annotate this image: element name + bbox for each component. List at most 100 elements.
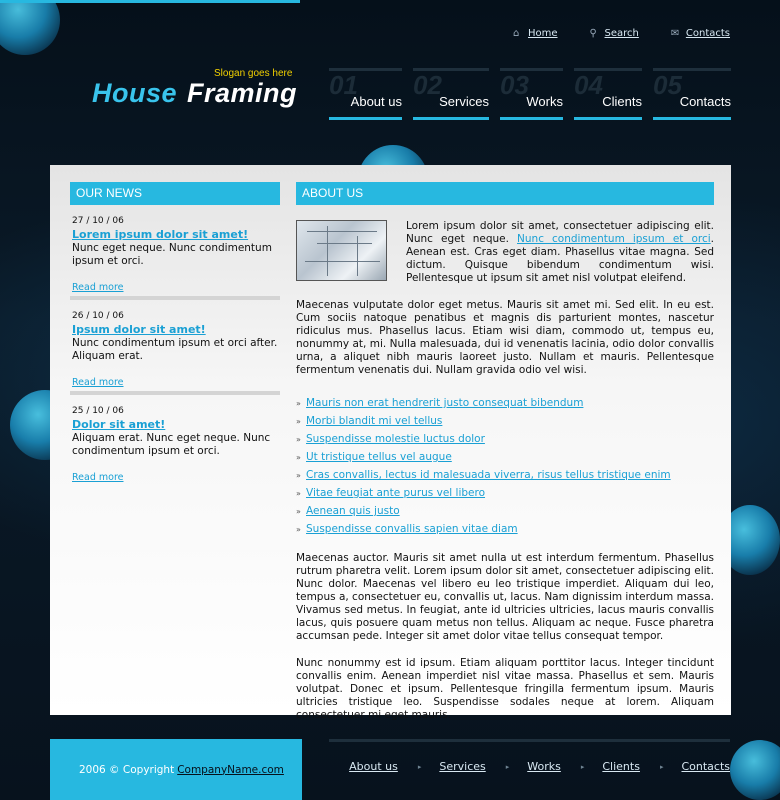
about-intro: Lorem ipsum dolor sit amet, consectetuer…: [296, 220, 714, 285]
home-icon: ⌂: [512, 27, 520, 39]
blueprint-line: [357, 236, 358, 276]
nav-number: 04: [574, 70, 603, 100]
nav-item-about[interactable]: 01 About us: [329, 68, 402, 120]
nav-underline: [500, 117, 563, 120]
content-panel: OUR NEWS 27 / 10 / 06 Lorem ipsum dolor …: [50, 165, 731, 721]
copyright-text: 2006 © Copyright: [79, 763, 175, 776]
blueprint-line: [305, 261, 380, 262]
toplink-contacts[interactable]: ✉ Contacts: [671, 28, 730, 39]
news-heading: OUR NEWS: [70, 182, 280, 205]
nav-item-services[interactable]: 02 Services: [413, 68, 489, 120]
top-utility-links: ⌂ Home ⚲ Search ✉ Contacts: [513, 28, 730, 39]
about-paragraph-1: Maecenas vulputate dolor eget metus. Mau…: [296, 299, 714, 376]
site-logo[interactable]: House Framing: [92, 78, 297, 109]
logo-word-1: House: [92, 78, 178, 108]
arrow-icon: »: [296, 452, 301, 462]
blueprint-image: [296, 220, 387, 281]
about-intro-text: Lorem ipsum dolor sit amet, consectetuer…: [406, 220, 714, 285]
footer-link-works[interactable]: Works: [527, 760, 561, 773]
news-title-link[interactable]: Ipsum dolor sit amet!: [72, 323, 278, 336]
list-item: » Cras convallis, lectus id malesuada viv…: [296, 466, 714, 484]
nav-underline: [574, 117, 642, 120]
nav-number: 02: [413, 70, 442, 100]
footer-link-about[interactable]: About us: [349, 760, 398, 773]
footer-link-services[interactable]: Services: [439, 760, 485, 773]
nav-number: 05: [653, 70, 682, 100]
list-link[interactable]: Vitae feugiat ante purus vel libero: [306, 487, 485, 499]
list-item: » Mauris non erat hendrerit justo consequ…: [296, 394, 714, 412]
bullet-icon: ▸: [505, 762, 510, 771]
news-body: Nunc eget neque. Nunc condimentum ipsum …: [72, 242, 272, 267]
read-more-link[interactable]: Read more: [72, 472, 278, 483]
about-paragraph-3: Nunc nonummy est id ipsum. Etiam aliquam…: [296, 657, 714, 721]
mail-icon: ✉: [670, 27, 680, 39]
company-link[interactable]: CompanyName.com: [177, 764, 284, 776]
blueprint-line: [307, 231, 377, 232]
blueprint-line: [327, 226, 328, 276]
list-link[interactable]: Ut tristique tellus vel augue: [306, 451, 452, 463]
news-body: Nunc condimentum ipsum et orci after. Al…: [72, 337, 278, 362]
read-more-link[interactable]: Read more: [72, 282, 278, 293]
list-item: » Suspendisse convallis sapien vitae diam: [296, 520, 714, 538]
list-item: » Morbi blandit mi vel tellus: [296, 412, 714, 430]
list-link[interactable]: Suspendisse convallis sapien vitae diam: [306, 523, 518, 535]
toplink-search[interactable]: ⚲ Search: [590, 28, 639, 39]
nav-item-clients[interactable]: 04 Clients: [574, 68, 642, 120]
nav-label: Clients: [602, 94, 642, 109]
nav-underline: [653, 117, 731, 120]
footer-link-clients[interactable]: Clients: [602, 760, 640, 773]
news-item: 26 / 10 / 06 Ipsum dolor sit amet! Nunc …: [70, 300, 280, 395]
news-title-link[interactable]: Lorem ipsum dolor sit amet!: [72, 228, 278, 241]
news-body: Aliquam erat. Nunc eget neque. Nunc cond…: [72, 432, 271, 457]
blueprint-line: [317, 243, 372, 244]
arrow-icon: »: [296, 524, 301, 534]
about-heading: ABOUT US: [296, 182, 714, 205]
intro-inline-link[interactable]: Nunc condimentum ipsum et orci: [517, 233, 711, 245]
about-column: ABOUT US Lorem ipsum dolor sit amet, con…: [296, 182, 714, 722]
nav-item-contacts[interactable]: 05 Contacts: [653, 68, 731, 120]
nav-label: Services: [439, 94, 489, 109]
nav-label: Contacts: [679, 94, 731, 109]
search-icon: ⚲: [589, 27, 597, 39]
arrow-icon: »: [296, 398, 301, 408]
news-date: 27 / 10 / 06: [72, 216, 124, 226]
nav-underline: [413, 117, 489, 120]
list-link[interactable]: Aenean quis justo: [306, 505, 400, 517]
footer-divider: [329, 739, 730, 742]
news-item: 27 / 10 / 06 Lorem ipsum dolor sit amet!…: [70, 205, 280, 300]
list-link[interactable]: Cras convallis, lectus id malesuada vive…: [306, 469, 671, 481]
home-link[interactable]: Home: [528, 28, 558, 39]
contacts-link[interactable]: Contacts: [686, 28, 730, 39]
nav-item-works[interactable]: 03 Works: [500, 68, 563, 120]
list-item: » Ut tristique tellus vel augue: [296, 448, 714, 466]
nav-label: About us: [350, 94, 402, 109]
search-link[interactable]: Search: [605, 28, 639, 39]
about-link-list: » Mauris non erat hendrerit justo consequ…: [296, 394, 714, 538]
arrow-icon: »: [296, 434, 301, 444]
main-nav: 01 About us 02 Services 03 Works 04 Clie…: [329, 68, 731, 120]
footer-link-contacts[interactable]: Contacts: [681, 760, 730, 773]
news-date: 26 / 10 / 06: [72, 311, 124, 321]
nav-label: Works: [526, 94, 563, 109]
news-title-link[interactable]: Dolor sit amet!: [72, 418, 278, 431]
news-date: 25 / 10 / 06: [72, 406, 124, 416]
bullet-icon: ▸: [417, 762, 422, 771]
logo-word-2: Framing: [187, 78, 298, 108]
list-link[interactable]: Morbi blandit mi vel tellus: [306, 415, 442, 427]
list-link[interactable]: Mauris non erat hendrerit justo consequa…: [306, 397, 583, 409]
arrow-icon: »: [296, 488, 301, 498]
toplink-home[interactable]: ⌂ Home: [513, 28, 558, 39]
footer-nav: About us ▸ Services ▸ Works ▸ Clients ▸ …: [349, 760, 730, 773]
list-item: » Aenean quis justo: [296, 502, 714, 520]
nav-number: 03: [500, 70, 529, 100]
decorative-bubble: [0, 0, 60, 55]
footer-copyright: 2006 © Copyright CompanyName.com: [50, 739, 302, 800]
bullet-icon: ▸: [580, 762, 585, 771]
news-column: OUR NEWS 27 / 10 / 06 Lorem ipsum dolor …: [70, 182, 280, 490]
arrow-icon: »: [296, 470, 301, 480]
news-item: 25 / 10 / 06 Dolor sit amet! Aliquam era…: [70, 395, 280, 490]
list-item: » Vitae feugiat ante purus vel libero: [296, 484, 714, 502]
bullet-icon: ▸: [659, 762, 664, 771]
read-more-link[interactable]: Read more: [72, 377, 278, 388]
list-link[interactable]: Suspendisse molestie luctus dolor: [306, 433, 485, 445]
